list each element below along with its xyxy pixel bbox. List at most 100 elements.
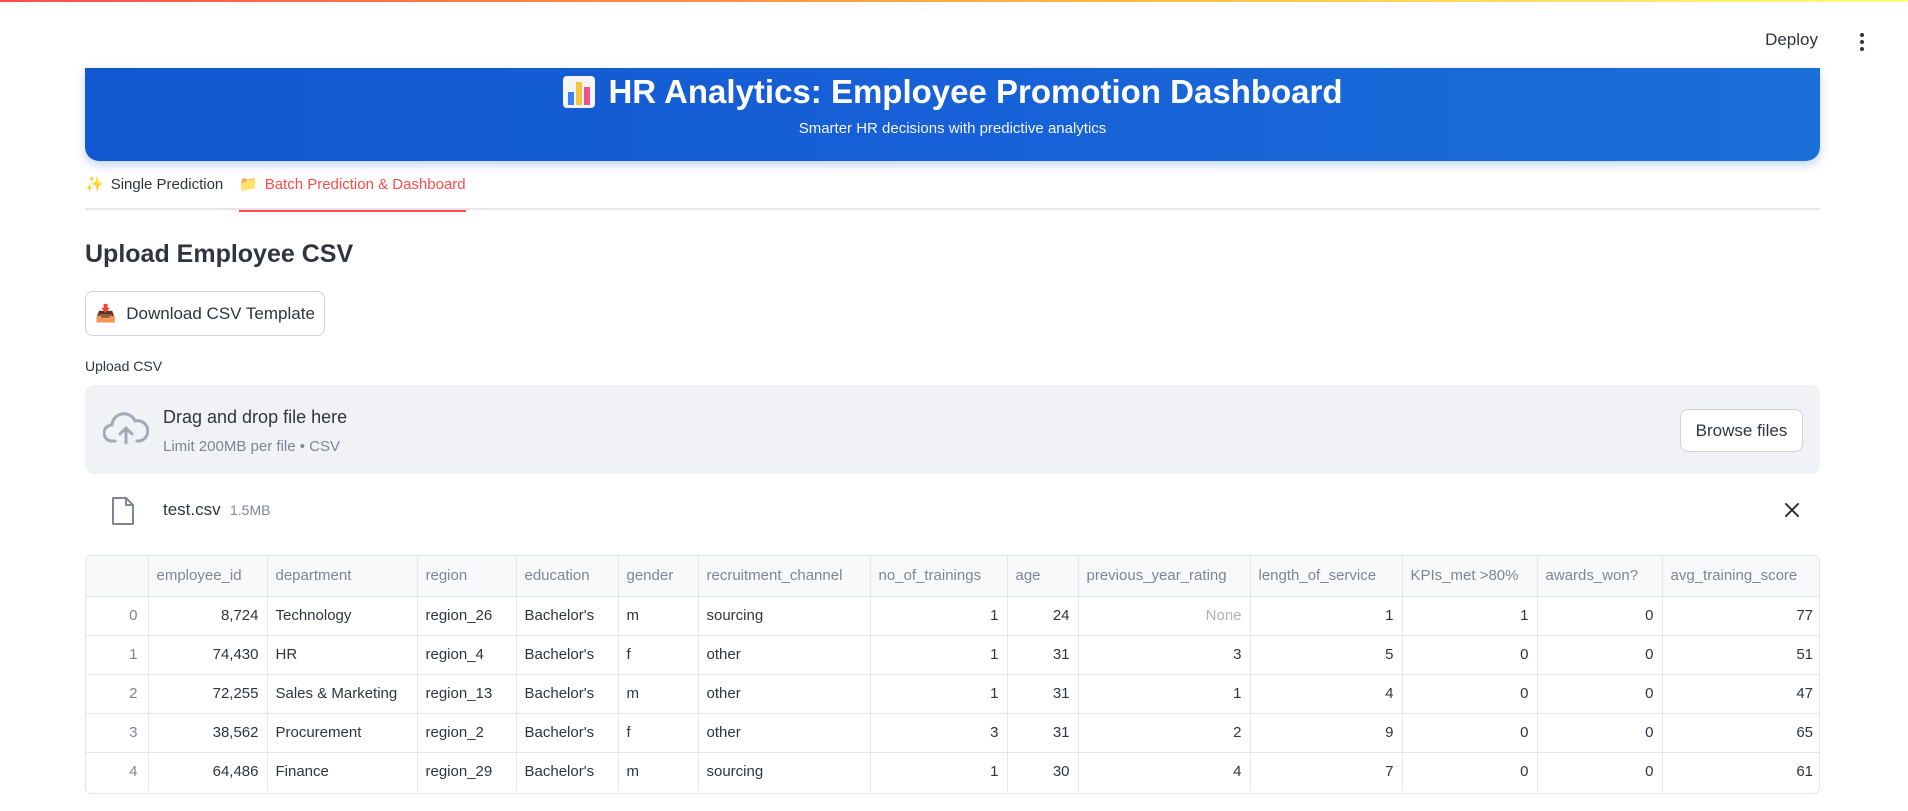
table-cell[interactable]: 8,724 xyxy=(148,596,268,636)
table-cell[interactable]: m xyxy=(618,752,699,791)
column-header[interactable]: awards_won? xyxy=(1537,556,1663,597)
table-cell[interactable]: 38,562 xyxy=(148,713,268,753)
table-cell[interactable]: 7 xyxy=(1250,752,1403,791)
page-title-row: HR Analytics: Employee Promotion Dashboa… xyxy=(85,70,1820,114)
table-cell[interactable]: 5 xyxy=(1250,635,1403,675)
column-header[interactable]: employee_id xyxy=(148,556,268,597)
table-cell[interactable]: 2 xyxy=(1078,713,1251,753)
column-header[interactable]: region xyxy=(417,556,517,597)
table-cell[interactable]: 0 xyxy=(1537,674,1663,714)
table-cell[interactable]: sourcing xyxy=(698,596,871,636)
table-cell[interactable]: region_13 xyxy=(417,674,517,714)
column-header[interactable]: no_of_trainings xyxy=(870,556,1008,597)
table-cell[interactable]: m xyxy=(618,674,699,714)
table-cell[interactable]: 74,430 xyxy=(148,635,268,675)
table-cell[interactable]: region_29 xyxy=(417,752,517,791)
table-cell[interactable]: 3 xyxy=(1078,635,1251,675)
folder-icon: 📁 xyxy=(239,176,258,193)
table-row: 4 64,486 Finance region_29 Bachelor's m … xyxy=(86,752,1819,791)
table-cell[interactable]: 0 xyxy=(1402,635,1538,675)
table-cell[interactable]: 72,255 xyxy=(148,674,268,714)
table-cell[interactable]: 47 xyxy=(1662,674,1819,714)
close-icon[interactable] xyxy=(1782,500,1802,520)
table-cell[interactable]: 1 xyxy=(870,596,1008,636)
tab-batch-prediction-dashboard[interactable]: 📁 Batch Prediction & Dashboard xyxy=(239,170,466,212)
tab-label: Single Prediction xyxy=(110,176,224,193)
table-cell[interactable]: sourcing xyxy=(698,752,871,791)
table-cell[interactable]: 0 xyxy=(1402,752,1538,791)
file-icon xyxy=(112,497,134,525)
column-header[interactable]: gender xyxy=(618,556,699,597)
table-cell[interactable]: 64,486 xyxy=(148,752,268,791)
column-header[interactable]: avg_training_score xyxy=(1662,556,1819,597)
column-header[interactable]: recruitment_channel xyxy=(698,556,871,597)
column-header[interactable]: department xyxy=(267,556,418,597)
data-table[interactable]: employee_id department region education … xyxy=(85,555,1820,794)
row-index: 2 xyxy=(86,674,149,714)
table-cell[interactable]: region_4 xyxy=(417,635,517,675)
table-cell[interactable]: 0 xyxy=(1537,635,1663,675)
table-cell[interactable]: 31 xyxy=(1007,713,1079,753)
table-cell[interactable]: 0 xyxy=(1537,752,1663,791)
table-cell[interactable]: 1 xyxy=(1250,596,1403,636)
table-cell[interactable]: Bachelor's xyxy=(516,713,619,753)
table-cell[interactable]: f xyxy=(618,713,699,753)
table-cell[interactable]: 24 xyxy=(1007,596,1079,636)
table-cell[interactable]: 1 xyxy=(1078,674,1251,714)
table-cell[interactable]: 0 xyxy=(1537,713,1663,753)
table-cell[interactable]: 0 xyxy=(1537,596,1663,636)
table-cell[interactable]: Finance xyxy=(267,752,418,791)
table-cell[interactable]: region_2 xyxy=(417,713,517,753)
table-cell[interactable]: 65 xyxy=(1662,713,1819,753)
table-cell[interactable]: 31 xyxy=(1007,635,1079,675)
table-cell[interactable]: 0 xyxy=(1402,674,1538,714)
column-header[interactable] xyxy=(86,556,149,597)
row-index: 0 xyxy=(86,596,149,636)
table-cell[interactable]: Bachelor's xyxy=(516,635,619,675)
table-cell[interactable]: 51 xyxy=(1662,635,1819,675)
table-cell[interactable]: Bachelor's xyxy=(516,596,619,636)
tab-single-prediction[interactable]: ✨ Single Prediction xyxy=(85,170,223,210)
table-cell[interactable]: region_26 xyxy=(417,596,517,636)
table-cell[interactable]: 1 xyxy=(1402,596,1538,636)
table-cell[interactable]: 77 xyxy=(1662,596,1819,636)
table-cell[interactable]: m xyxy=(618,596,699,636)
column-header[interactable]: KPIs_met >80% xyxy=(1402,556,1538,597)
file-size: 1.5MB xyxy=(230,502,271,518)
table-cell[interactable]: other xyxy=(698,635,871,675)
table-cell[interactable]: Procurement xyxy=(267,713,418,753)
table-cell[interactable]: 30 xyxy=(1007,752,1079,791)
table-cell[interactable]: 0 xyxy=(1402,713,1538,753)
table-cell[interactable]: 4 xyxy=(1078,752,1251,791)
table-cell[interactable]: Technology xyxy=(267,596,418,636)
table-cell[interactable]: f xyxy=(618,635,699,675)
button-label: Download CSV Template xyxy=(126,303,315,323)
table-cell[interactable]: 61 xyxy=(1662,752,1819,791)
column-header[interactable]: previous_year_rating xyxy=(1078,556,1251,597)
table-cell[interactable]: 4 xyxy=(1250,674,1403,714)
file-dropzone[interactable]: Drag and drop file here Limit 200MB per … xyxy=(85,385,1820,474)
table-cell[interactable]: HR xyxy=(267,635,418,675)
table-cell[interactable]: Sales & Marketing xyxy=(267,674,418,714)
browse-files-button[interactable]: Browse files xyxy=(1680,409,1803,452)
dropzone-title: Drag and drop file here xyxy=(163,407,348,427)
column-header[interactable]: education xyxy=(516,556,619,597)
inbox-tray-icon: 📥 xyxy=(95,303,117,323)
kebab-menu-icon[interactable] xyxy=(1852,30,1872,54)
table-cell[interactable]: 1 xyxy=(870,752,1008,791)
table-cell[interactable]: 1 xyxy=(870,635,1008,675)
table-cell[interactable]: 31 xyxy=(1007,674,1079,714)
column-header[interactable]: length_of_service xyxy=(1250,556,1403,597)
download-csv-template-button[interactable]: 📥 Download CSV Template xyxy=(85,291,325,336)
table-cell[interactable]: 3 xyxy=(870,713,1008,753)
table-cell[interactable]: other xyxy=(698,713,871,753)
table-cell[interactable]: Bachelor's xyxy=(516,674,619,714)
table-cell[interactable]: 1 xyxy=(870,674,1008,714)
table-cell[interactable]: 9 xyxy=(1250,713,1403,753)
deploy-button[interactable]: Deploy xyxy=(1765,30,1818,50)
dropzone-limit-text: Limit 200MB per file • CSV xyxy=(163,438,340,455)
table-cell[interactable]: None xyxy=(1078,596,1251,636)
table-cell[interactable]: other xyxy=(698,674,871,714)
table-cell[interactable]: Bachelor's xyxy=(516,752,619,791)
column-header[interactable]: age xyxy=(1007,556,1079,597)
